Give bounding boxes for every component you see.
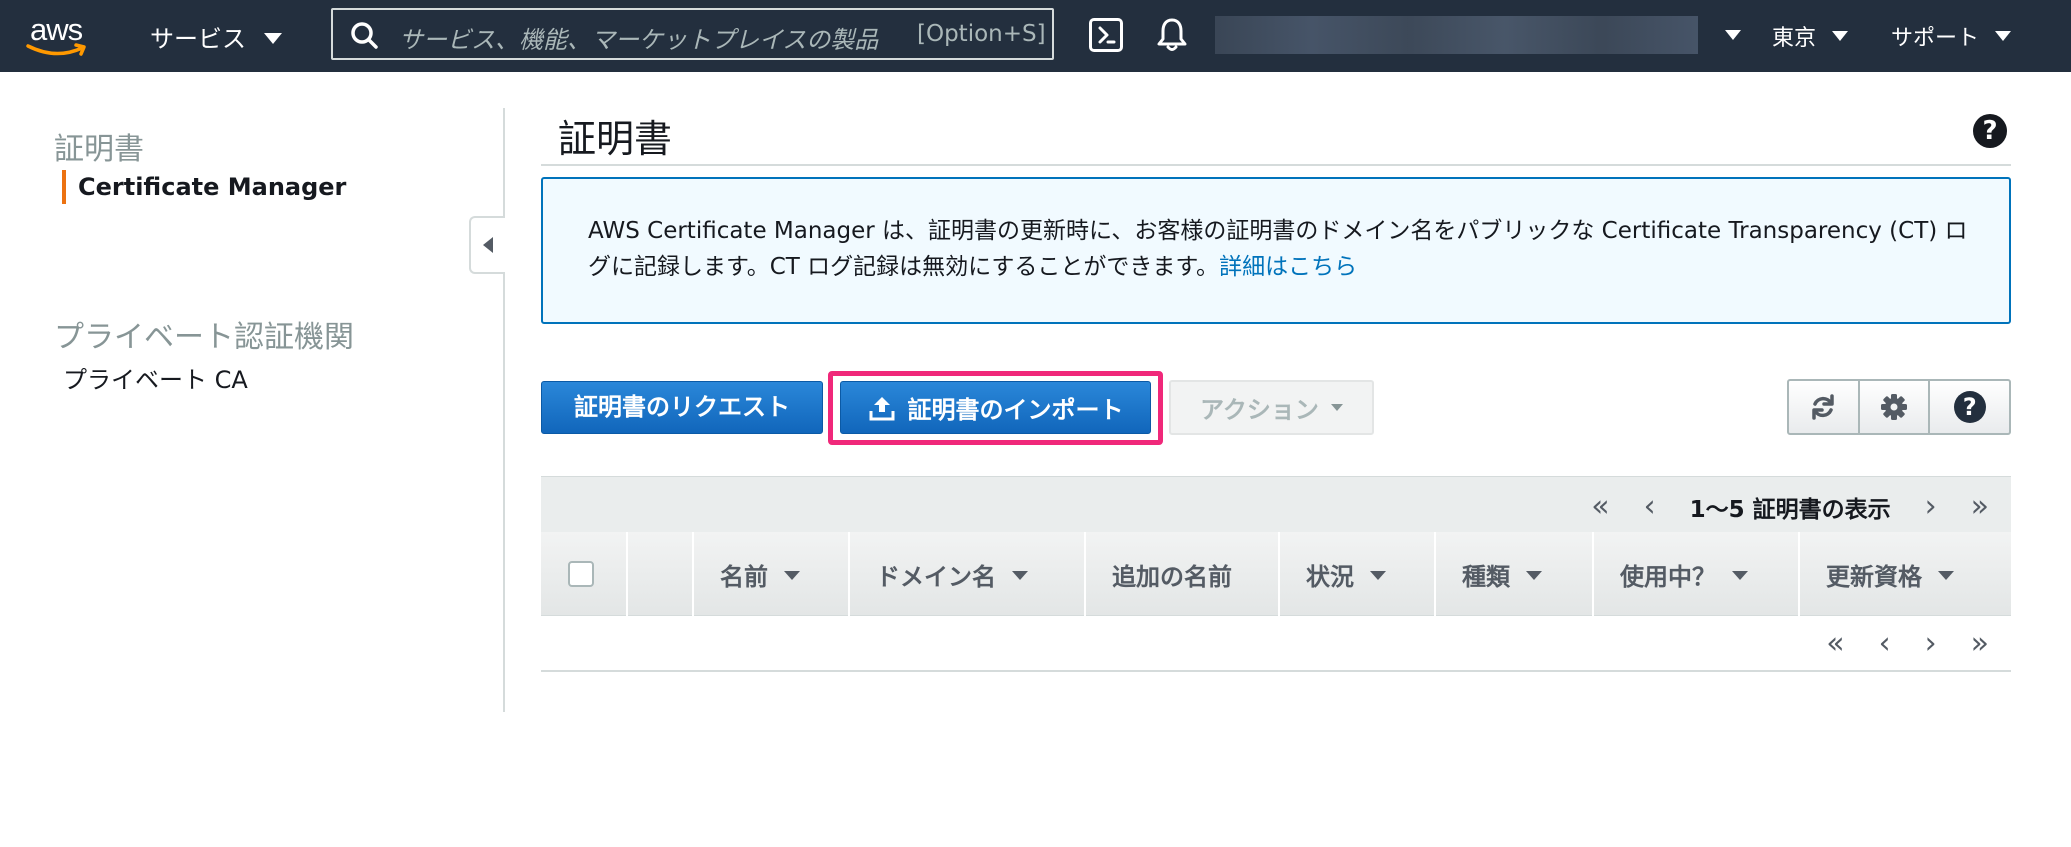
sidebar-section-private-ca: プライベート認証機関 bbox=[54, 320, 354, 355]
column-label: 追加の名前 bbox=[1112, 562, 1232, 591]
support-label: サポート bbox=[1891, 26, 1980, 51]
services-menu[interactable]: サービス bbox=[150, 16, 282, 56]
column-label: 種類 bbox=[1462, 562, 1510, 591]
prev-page-icon[interactable]: ‹ bbox=[1879, 626, 1891, 661]
search-icon bbox=[351, 22, 378, 49]
cloudshell-icon[interactable] bbox=[1089, 18, 1123, 52]
select-all-checkbox[interactable] bbox=[568, 561, 594, 587]
table-help-button[interactable]: ? bbox=[1930, 381, 2009, 433]
help-icon: ? bbox=[1953, 391, 1986, 423]
help-icon[interactable]: ? bbox=[1973, 114, 2007, 148]
sidebar-item-private-ca[interactable]: プライベート CA bbox=[63, 360, 248, 395]
bell-icon[interactable] bbox=[1155, 14, 1189, 54]
upload-icon bbox=[869, 396, 894, 420]
sort-down-icon bbox=[1938, 571, 1954, 580]
search-shortcut: [Option+S] bbox=[917, 21, 1046, 47]
services-label: サービス bbox=[150, 24, 246, 53]
gear-icon bbox=[1881, 394, 1908, 420]
column-label: 更新資格 bbox=[1826, 562, 1922, 591]
certificates-table: « ‹ 1〜5 証明書の表示 › » 名前 ドメイン名 追加の名前 状況 種類 … bbox=[541, 476, 2011, 672]
sort-down-icon bbox=[1732, 571, 1748, 580]
column-in-use[interactable]: 使用中？ bbox=[1592, 532, 1798, 616]
page-title: 証明書 bbox=[558, 117, 673, 161]
learn-more-link[interactable]: 詳細はこちら bbox=[1219, 254, 1357, 280]
terminal-prompt-icon bbox=[1098, 26, 1116, 44]
sidebar-section-certificates: 証明書 bbox=[54, 132, 144, 167]
column-name[interactable]: 名前 bbox=[692, 532, 848, 616]
table-tools: ? bbox=[1787, 379, 2011, 435]
aws-logo[interactable]: aws bbox=[24, 12, 96, 60]
first-page-icon[interactable]: « bbox=[1591, 489, 1609, 524]
column-label: 使用中？ bbox=[1620, 562, 1716, 591]
expand-column bbox=[626, 532, 692, 616]
request-certificate-button[interactable]: 証明書のリクエスト bbox=[541, 381, 823, 434]
select-all-cell bbox=[541, 532, 626, 616]
region-menu[interactable]: 東京 bbox=[1772, 20, 1849, 52]
chevron-down-icon bbox=[1832, 31, 1849, 41]
sidebar-divider bbox=[503, 108, 505, 712]
import-button-label: 証明書のインポート bbox=[907, 396, 1124, 424]
account-menu-blurred[interactable] bbox=[1215, 16, 1698, 54]
next-page-icon[interactable]: › bbox=[1925, 626, 1937, 661]
pager-bottom: « ‹ › » bbox=[1826, 626, 1989, 661]
info-banner: AWS Certificate Manager は、証明書の更新時に、お客様の証… bbox=[541, 177, 2011, 324]
actions-dropdown[interactable]: アクション bbox=[1169, 380, 1374, 435]
prev-page-icon[interactable]: ‹ bbox=[1644, 489, 1656, 524]
pagination-top: « ‹ 1〜5 証明書の表示 › » bbox=[541, 476, 2011, 532]
next-page-icon[interactable]: › bbox=[1925, 489, 1937, 524]
column-label: ドメイン名 bbox=[876, 562, 996, 591]
refresh-button[interactable] bbox=[1789, 381, 1860, 433]
sidebar-collapse-button[interactable] bbox=[469, 216, 505, 274]
title-divider bbox=[541, 164, 2011, 166]
sort-down-icon bbox=[784, 571, 800, 580]
column-domain-name[interactable]: ドメイン名 bbox=[848, 532, 1084, 616]
sort-down-icon bbox=[1370, 571, 1386, 580]
import-certificate-button[interactable]: 証明書のインポート bbox=[840, 381, 1151, 434]
pager: « ‹ 1〜5 証明書の表示 › » bbox=[1591, 489, 1989, 524]
table-header: 名前 ドメイン名 追加の名前 状況 種類 使用中？ 更新資格 bbox=[541, 532, 2011, 616]
chevron-down-icon bbox=[264, 32, 282, 44]
first-page-icon[interactable]: « bbox=[1826, 626, 1844, 661]
sidebar-item-certificate-manager[interactable]: Certificate Manager bbox=[62, 170, 346, 204]
column-label: 名前 bbox=[720, 562, 768, 591]
column-additional-names: 追加の名前 bbox=[1084, 532, 1278, 616]
column-renewal-eligibility[interactable]: 更新資格 bbox=[1798, 532, 2011, 616]
pager-label: 1〜5 証明書の表示 bbox=[1689, 496, 1891, 523]
search-placeholder: サービス、機能、マーケットプレイスの製品 bbox=[399, 26, 879, 54]
column-type[interactable]: 種類 bbox=[1434, 532, 1592, 616]
sort-down-icon bbox=[1012, 571, 1028, 580]
aws-smile-icon bbox=[26, 43, 86, 56]
support-menu[interactable]: サポート bbox=[1891, 20, 2012, 52]
chevron-down-icon bbox=[1995, 31, 2012, 41]
chevron-down-icon[interactable] bbox=[1725, 30, 1741, 40]
last-page-icon[interactable]: » bbox=[1971, 626, 1989, 661]
refresh-icon bbox=[1812, 394, 1835, 420]
region-label: 東京 bbox=[1772, 26, 1817, 51]
pagination-bottom: « ‹ › » bbox=[541, 616, 2011, 672]
top-nav: aws サービス サービス、機能、マーケットプレイスの製品 [Option+S]… bbox=[0, 0, 2071, 72]
last-page-icon[interactable]: » bbox=[1971, 489, 1989, 524]
sort-down-icon bbox=[1526, 571, 1542, 580]
search-input[interactable]: サービス、機能、マーケットプレイスの製品 [Option+S] bbox=[331, 8, 1054, 60]
chevron-down-icon bbox=[1330, 404, 1343, 411]
info-text: AWS Certificate Manager は、証明書の更新時に、お客様の証… bbox=[588, 213, 1988, 285]
column-status[interactable]: 状況 bbox=[1278, 532, 1434, 616]
settings-button[interactable] bbox=[1860, 381, 1931, 433]
column-label: 状況 bbox=[1306, 562, 1354, 591]
actions-label: アクション bbox=[1200, 396, 1319, 424]
